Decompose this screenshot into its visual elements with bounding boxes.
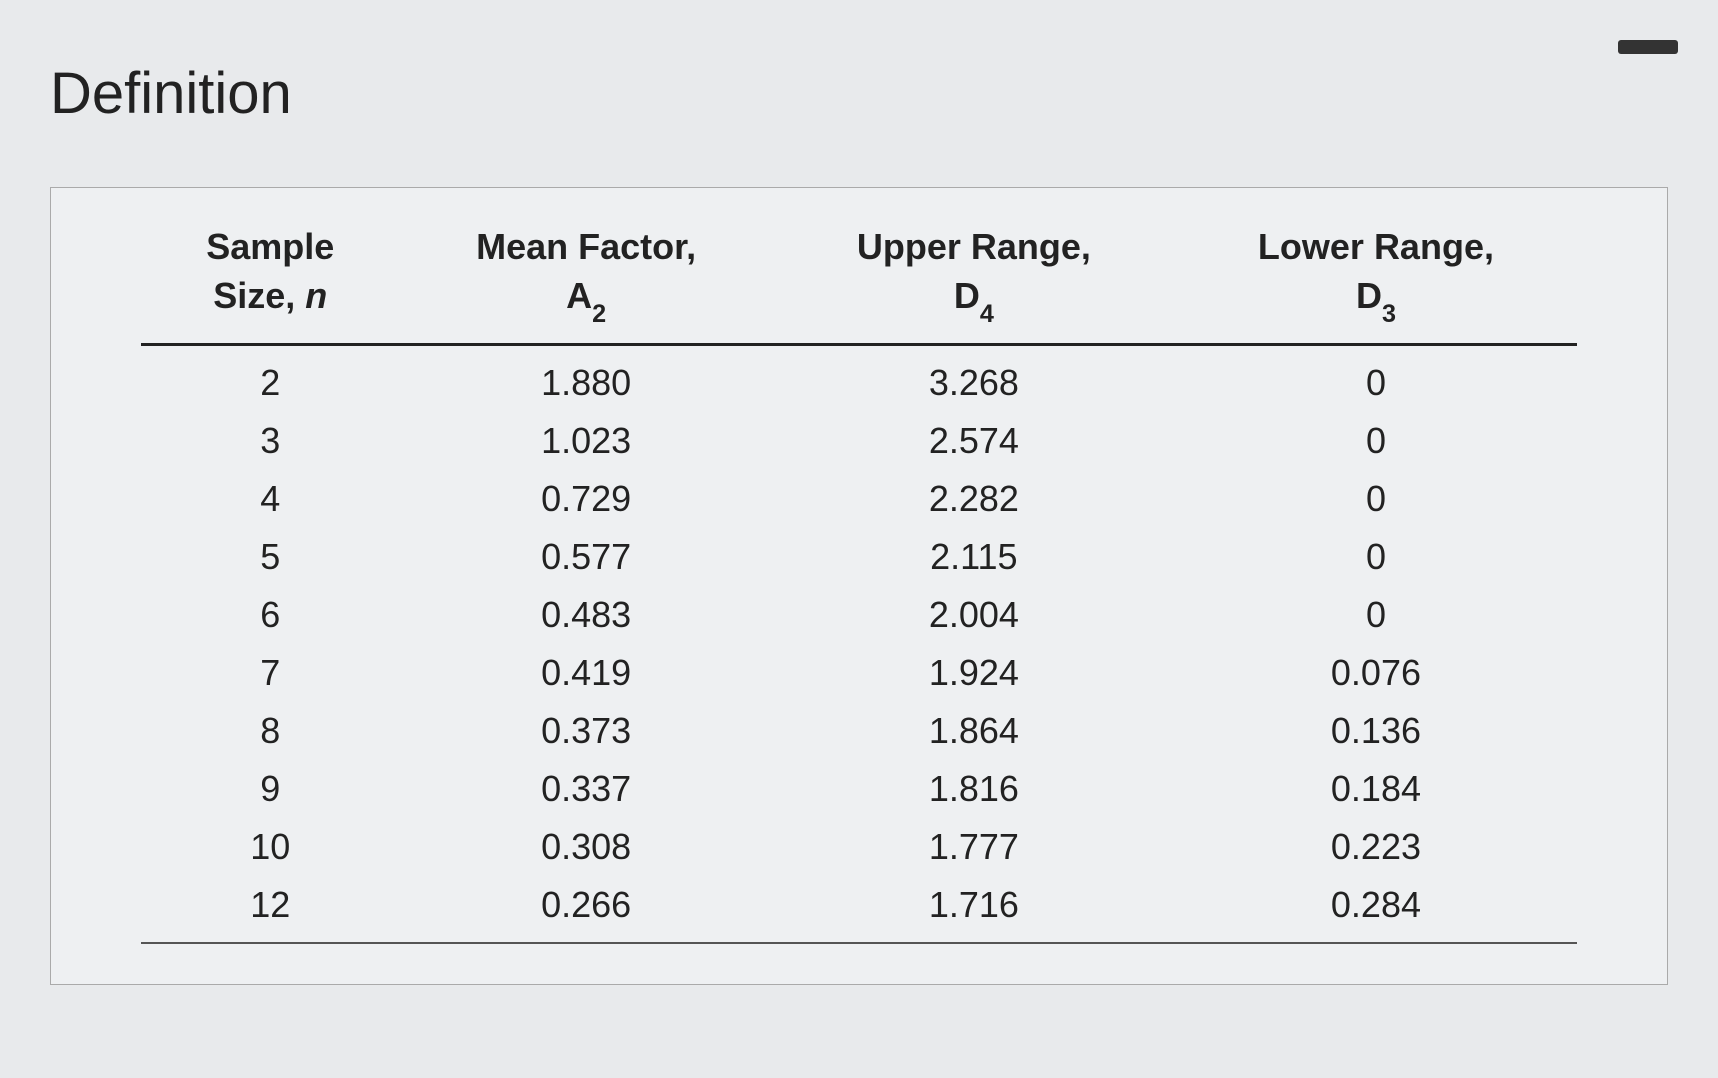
header-label: Sample <box>206 226 334 267</box>
table-row: 90.3371.8160.184 <box>141 760 1577 818</box>
header-label: Lower Range, <box>1258 226 1494 267</box>
header-lower-range: Lower Range, D3 <box>1175 213 1577 344</box>
cell-n: 5 <box>141 528 399 586</box>
cell-n: 3 <box>141 412 399 470</box>
cell-a2: 1.880 <box>399 344 772 412</box>
cell-d4: 1.924 <box>773 644 1175 702</box>
cell-n: 7 <box>141 644 399 702</box>
cell-d3: 0.136 <box>1175 702 1577 760</box>
cell-d4: 2.004 <box>773 586 1175 644</box>
table-row: 80.3731.8640.136 <box>141 702 1577 760</box>
cell-d3: 0.284 <box>1175 876 1577 943</box>
cell-d4: 3.268 <box>773 344 1175 412</box>
cell-d3: 0 <box>1175 412 1577 470</box>
cell-a2: 0.337 <box>399 760 772 818</box>
header-symbol: n <box>305 275 327 316</box>
header-sublabel: Size, <box>213 275 305 316</box>
table-body: 21.8803.268031.0232.574040.7292.282050.5… <box>141 344 1577 943</box>
table-row: 70.4191.9240.076 <box>141 644 1577 702</box>
cell-n: 6 <box>141 586 399 644</box>
cell-d3: 0 <box>1175 344 1577 412</box>
header-upper-range: Upper Range, D4 <box>773 213 1175 344</box>
table-row: 60.4832.0040 <box>141 586 1577 644</box>
cell-d4: 1.864 <box>773 702 1175 760</box>
table-header: Sample Size, n Mean Factor, A2 Upper Ran… <box>141 213 1577 344</box>
cell-n: 12 <box>141 876 399 943</box>
cell-d3: 0.076 <box>1175 644 1577 702</box>
cell-d3: 0 <box>1175 586 1577 644</box>
cell-d3: 0 <box>1175 470 1577 528</box>
table-row: 100.3081.7770.223 <box>141 818 1577 876</box>
header-subscript: 4 <box>980 300 994 328</box>
header-mean-factor: Mean Factor, A2 <box>399 213 772 344</box>
cell-d4: 1.716 <box>773 876 1175 943</box>
cell-d4: 1.816 <box>773 760 1175 818</box>
cell-a2: 0.419 <box>399 644 772 702</box>
table-row: 120.2661.7160.284 <box>141 876 1577 943</box>
cell-d3: 0 <box>1175 528 1577 586</box>
cell-a2: 0.308 <box>399 818 772 876</box>
cell-a2: 0.483 <box>399 586 772 644</box>
header-subscript: 2 <box>592 300 606 328</box>
table-row: 21.8803.2680 <box>141 344 1577 412</box>
cell-d3: 0.223 <box>1175 818 1577 876</box>
table-row: 50.5772.1150 <box>141 528 1577 586</box>
cell-a2: 0.577 <box>399 528 772 586</box>
cell-n: 4 <box>141 470 399 528</box>
header-symbol: A <box>566 275 592 316</box>
page-content: Definition Sample Size, n Mean Factor, A… <box>0 0 1718 1025</box>
table-row: 31.0232.5740 <box>141 412 1577 470</box>
cell-d4: 1.777 <box>773 818 1175 876</box>
factors-table: Sample Size, n Mean Factor, A2 Upper Ran… <box>141 213 1577 944</box>
cell-a2: 0.373 <box>399 702 772 760</box>
minimize-icon[interactable] <box>1618 40 1678 54</box>
table-container: Sample Size, n Mean Factor, A2 Upper Ran… <box>50 187 1668 985</box>
cell-d4: 2.282 <box>773 470 1175 528</box>
page-title: Definition <box>50 60 1678 127</box>
header-label: Upper Range, <box>857 226 1091 267</box>
cell-n: 2 <box>141 344 399 412</box>
header-subscript: 3 <box>1382 300 1396 328</box>
cell-a2: 0.266 <box>399 876 772 943</box>
header-symbol: D <box>954 275 980 316</box>
cell-n: 10 <box>141 818 399 876</box>
cell-n: 8 <box>141 702 399 760</box>
header-symbol: D <box>1356 275 1382 316</box>
table-row: 40.7292.2820 <box>141 470 1577 528</box>
cell-d3: 0.184 <box>1175 760 1577 818</box>
header-label: Mean Factor, <box>476 226 696 267</box>
cell-a2: 1.023 <box>399 412 772 470</box>
cell-d4: 2.115 <box>773 528 1175 586</box>
cell-n: 9 <box>141 760 399 818</box>
cell-a2: 0.729 <box>399 470 772 528</box>
header-sample-size: Sample Size, n <box>141 213 399 344</box>
cell-d4: 2.574 <box>773 412 1175 470</box>
